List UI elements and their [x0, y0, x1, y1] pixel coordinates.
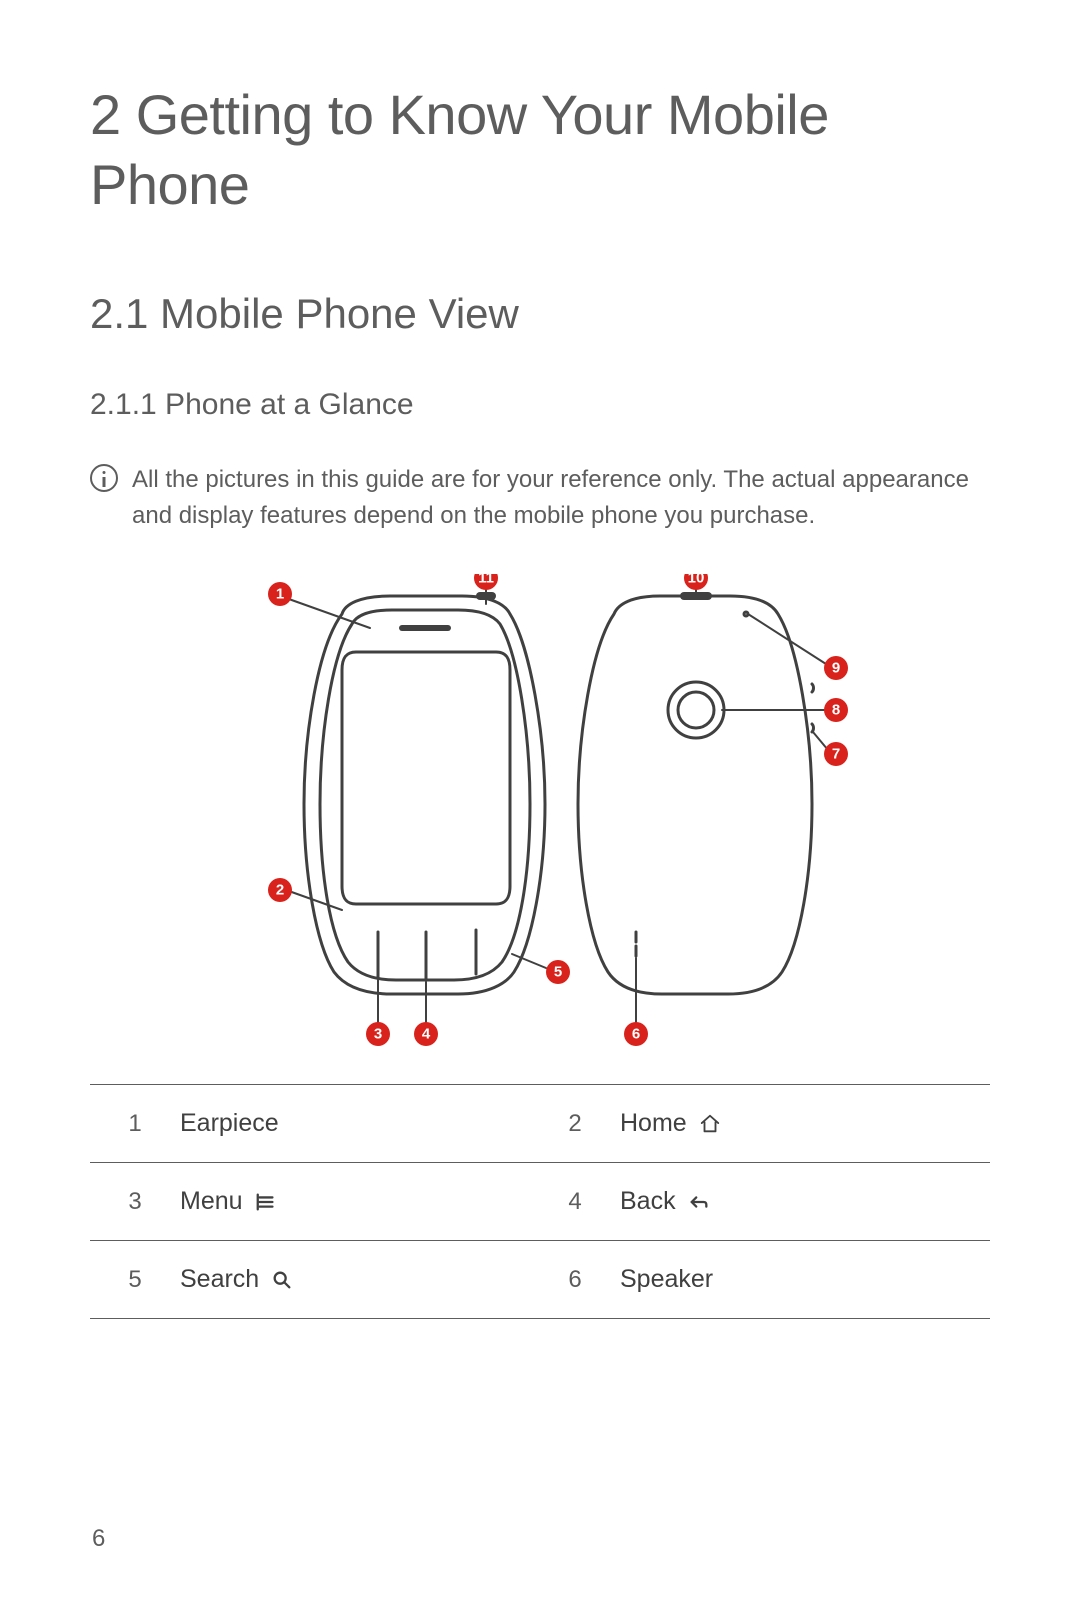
phone-diagram: 1 2 3 4 5 6 7 8 9 10 11 — [230, 574, 850, 1054]
legend-table: 1 Earpiece 2 Home — [90, 1084, 990, 1319]
home-icon — [697, 1111, 723, 1137]
legend-label: Search — [180, 1265, 259, 1294]
legend-number: 2 — [530, 1110, 620, 1138]
table-row: 5 Search 6 Speaker — [90, 1241, 990, 1319]
note-text: All the pictures in this guide are for y… — [132, 462, 990, 534]
callout-3: 3 — [374, 1026, 382, 1043]
table-row: 1 Earpiece 2 Home — [90, 1085, 990, 1163]
legend-number: 3 — [90, 1188, 180, 1216]
callout-8: 8 — [832, 702, 840, 719]
legend-number: 1 — [90, 1110, 180, 1138]
callout-4: 4 — [422, 1026, 431, 1043]
document-page: 2 Getting to Know Your Mobile Phone 2.1 … — [0, 0, 1080, 1617]
callout-7: 7 — [832, 746, 840, 763]
legend-number: 5 — [90, 1266, 180, 1294]
legend-label: Menu — [180, 1187, 243, 1216]
section-heading: 2.1 Mobile Phone View — [90, 290, 990, 338]
info-icon — [90, 464, 118, 492]
page-number: 6 — [92, 1525, 105, 1553]
subsection-heading: 2.1.1 Phone at a Glance — [90, 388, 990, 422]
legend-label: Earpiece — [180, 1109, 279, 1138]
legend-label: Home — [620, 1109, 687, 1138]
callout-5: 5 — [554, 964, 562, 981]
callout-9: 9 — [832, 660, 840, 677]
legend-number: 6 — [530, 1266, 620, 1294]
search-icon — [269, 1267, 295, 1293]
callout-10: 10 — [688, 574, 705, 587]
menu-icon — [253, 1189, 279, 1215]
callout-6: 6 — [632, 1026, 640, 1043]
callout-1: 1 — [276, 586, 284, 603]
chapter-heading: 2 Getting to Know Your Mobile Phone — [90, 80, 990, 220]
back-icon — [686, 1189, 712, 1215]
note-row: All the pictures in this guide are for y… — [90, 462, 990, 534]
callout-2: 2 — [276, 882, 284, 899]
callout-11: 11 — [478, 574, 494, 587]
legend-label: Back — [620, 1187, 676, 1216]
legend-number: 4 — [530, 1188, 620, 1216]
legend-label: Speaker — [620, 1265, 713, 1294]
table-row: 3 Menu 4 Back — [90, 1163, 990, 1241]
phone-diagram-container: 1 2 3 4 5 6 7 8 9 10 11 — [90, 574, 990, 1054]
